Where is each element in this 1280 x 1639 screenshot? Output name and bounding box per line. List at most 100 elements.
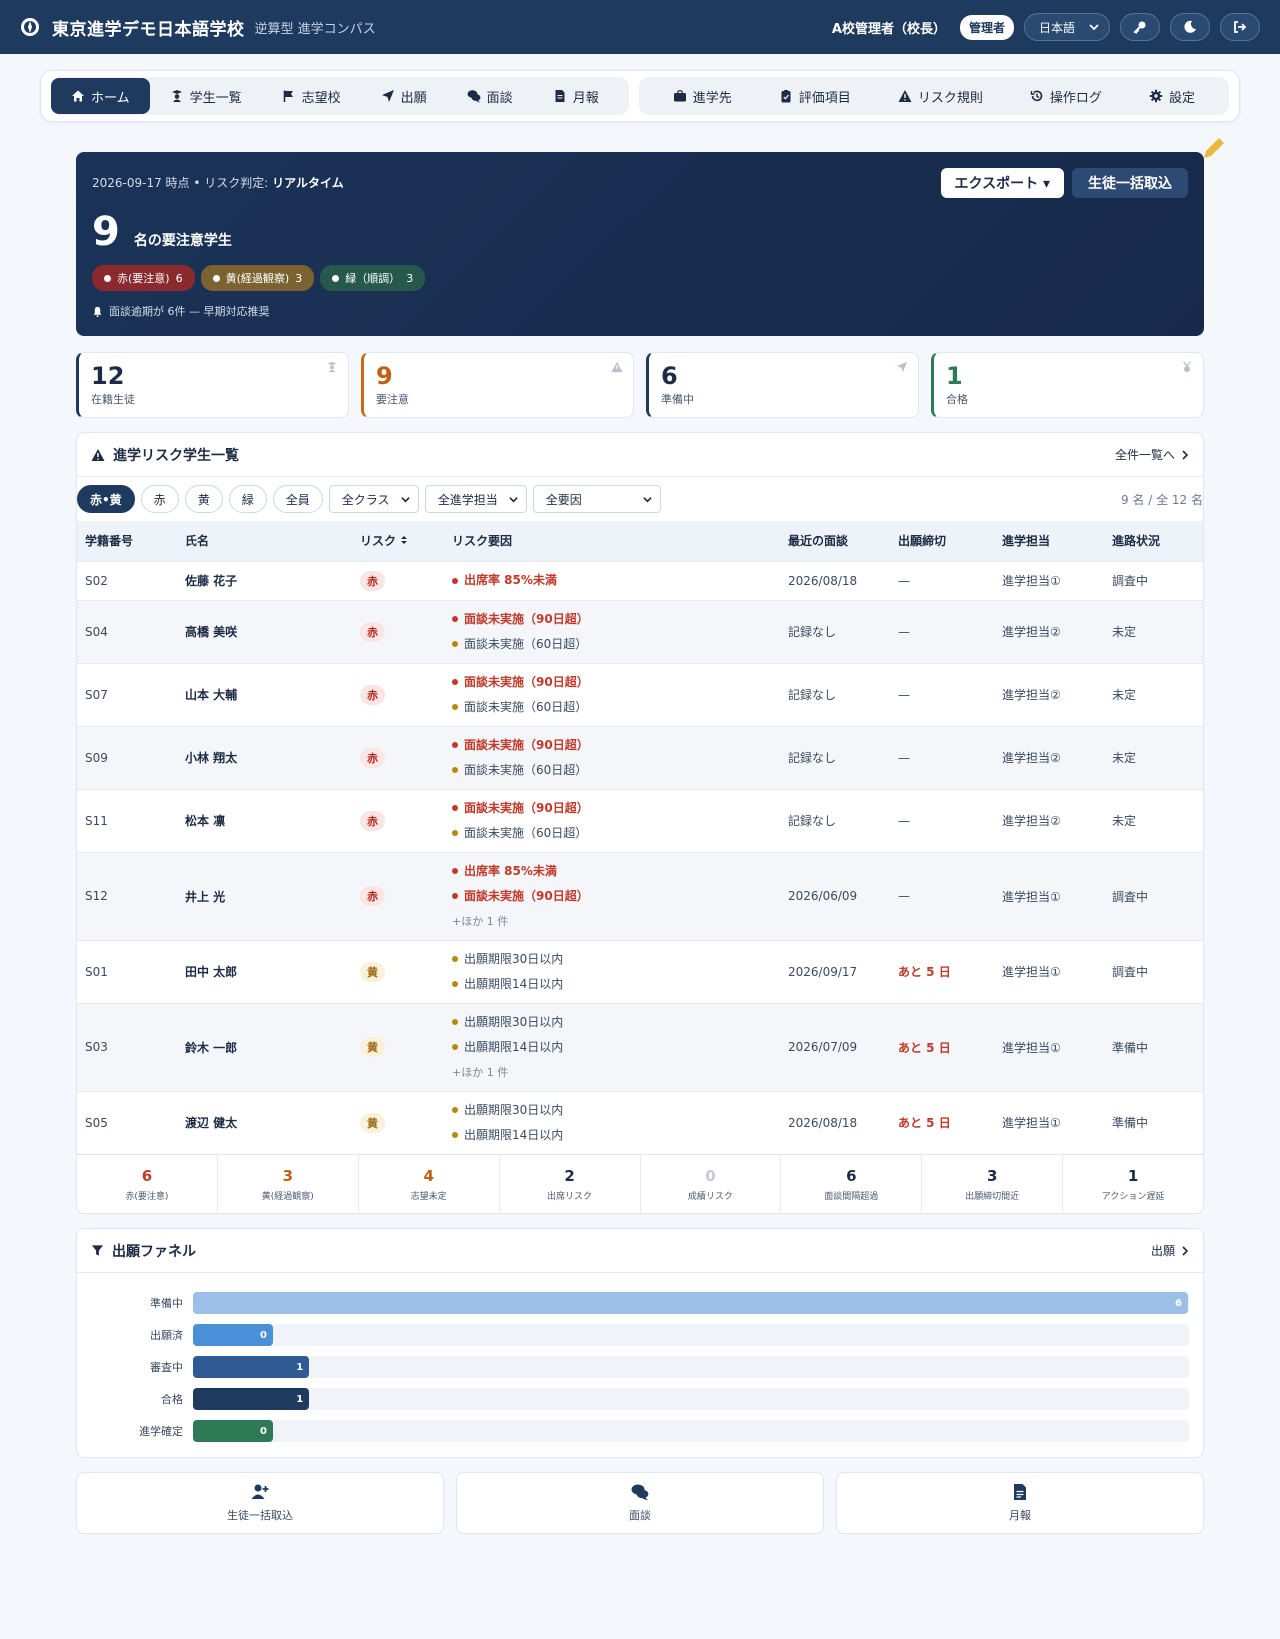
applications-link[interactable]: 出願 [1151, 1242, 1189, 1259]
funnel-track: 1 [193, 1388, 1189, 1410]
cell-deadline: — [890, 725, 994, 789]
funnel-track: 6 [193, 1292, 1189, 1314]
kpi-preparing[interactable]: 6 準備中 [646, 352, 919, 418]
col-last-interview[interactable]: 最近の面談 [780, 521, 890, 561]
nav-destinations-label: 進学先 [692, 90, 732, 106]
summary-cell[interactable]: 6 赤(要注意) [77, 1155, 218, 1213]
nav-settings[interactable]: 設定 [1129, 78, 1215, 114]
more-factors[interactable]: +ほか 1 件 [452, 1060, 772, 1085]
logout-button[interactable] [1220, 13, 1260, 41]
summary-cell[interactable]: 3 黄(経過観察) [218, 1155, 359, 1213]
risk-filters: 赤•黄 赤 黄 緑 全員 全クラス 全進学担当 全要因 9 名 / 全 12 名 [77, 477, 1203, 521]
cell-student-id: S05 [77, 1090, 177, 1154]
funnel-bar[interactable]: 1 [193, 1388, 310, 1410]
quick-link-interviews[interactable]: 面談 [456, 1472, 824, 1534]
table-row[interactable]: S03 鈴木 一郎黄 出願期限30日以内 出願期限14日以内 +ほか 1 件 2026/0… [77, 1002, 1203, 1091]
summary-cell[interactable]: 0 成績リスク [641, 1155, 782, 1213]
col-risk[interactable]: リスク [352, 521, 444, 561]
risk-factor-text: 出願期限30日以内 [464, 1102, 564, 1117]
nav-risk-rules[interactable]: リスク規則 [878, 78, 1003, 114]
table-row[interactable]: S02 佐藤 花子赤 出席率 85%未満 2026/08/18— 進学担当① 調査中 [77, 560, 1203, 600]
funnel-track: 0 [193, 1324, 1189, 1346]
quick-link-bulk-import[interactable]: 生徒一括取込 [76, 1472, 444, 1534]
cell-student-id: S03 [77, 1002, 177, 1091]
hero-note: 面談逾期が 6件 — 早期対応推奨 [92, 303, 1188, 319]
funnel-bar[interactable]: 1 [193, 1356, 310, 1378]
risk-factor-text: 面談未実施（60日超） [464, 762, 588, 777]
nav-activity-log[interactable]: 操作ログ [1010, 78, 1122, 114]
role-badge: 管理者 [959, 14, 1014, 40]
factor-select[interactable]: 全要因 [532, 485, 661, 513]
cell-deadline: あと 5 日 [890, 1090, 994, 1154]
table-row[interactable]: S09 小林 翔太赤 面談未実施（90日超） 面談未実施（60日超） 記録なし — 進学担当… [77, 725, 1203, 789]
kpi-label: 準備中 [661, 393, 694, 407]
col-name[interactable]: 氏名 [177, 521, 352, 561]
kpi-accepted[interactable]: 1 合格 [931, 352, 1204, 418]
table-row[interactable]: S12 井上 光赤 出席率 85%未満 面談未実施（90日超） +ほか 1 件 2026/… [77, 851, 1203, 940]
application-funnel-card: 出願ファネル 出願 準備中 6 出願済 0 審査中 1 合格 1 進学確定 0 [76, 1228, 1204, 1458]
funnel-bar[interactable]: 0 [193, 1420, 273, 1442]
col-staff[interactable]: 進学担当 [994, 521, 1104, 561]
col-risk-factors[interactable]: リスク要因 [444, 521, 780, 561]
quick-link-monthly-report[interactable]: 月報 [836, 1472, 1204, 1534]
summary-cell[interactable]: 2 出席リスク [500, 1155, 641, 1213]
export-button[interactable]: エクスポート ▾ [940, 168, 1064, 198]
cell-risk: 赤 [352, 599, 444, 663]
nav-applications[interactable]: 出願 [361, 78, 447, 114]
chip-all[interactable]: 全員 [272, 485, 323, 513]
summary-cell[interactable]: 4 志望未定 [359, 1155, 500, 1213]
table-row[interactable]: S05 渡辺 健太黄出願期限30日以内 出願期限14日以内 2026/08/18 あと … [77, 1090, 1203, 1154]
cell-risk-factors: 出席率 85%未満 [444, 560, 780, 600]
nav-evaluation-items[interactable]: 評価項目 [759, 78, 871, 114]
nav-home[interactable]: ホーム [51, 78, 150, 114]
nav-monthly-report[interactable]: 月報 [533, 78, 619, 114]
kpi-at-risk[interactable]: 9 要注意 [361, 352, 634, 418]
summary-cell[interactable]: 1 アクション遅延 [1063, 1155, 1203, 1213]
chip-yellow[interactable]: 黄 [184, 485, 223, 513]
view-all-link[interactable]: 全件一覧へ [1115, 446, 1189, 463]
pill-red[interactable]: 赤(要注意) 6 [92, 265, 195, 291]
table-row[interactable]: S07 山本 大輔赤 面談未実施（90日超） 面談未実施（60日超） 記録なし — 進学担当… [77, 662, 1203, 726]
nav-target-schools[interactable]: 志望校 [262, 78, 361, 114]
kpi-enrolled[interactable]: 12 在籍生徒 [76, 352, 349, 418]
nav-destinations[interactable]: 進学先 [653, 78, 752, 114]
class-select[interactable]: 全クラス [328, 485, 419, 513]
col-deadline[interactable]: 出願締切 [890, 521, 994, 561]
col-risk-label: リスク [360, 534, 397, 549]
nav-interviews[interactable]: 面談 [447, 78, 533, 114]
summary-cell[interactable]: 3 出願締切間近 [922, 1155, 1064, 1213]
theme-toggle-button[interactable] [1170, 13, 1210, 41]
chip-green[interactable]: 緑 [228, 485, 267, 513]
pill-green[interactable]: 緑（順調） 3 [320, 265, 426, 291]
table-row[interactable]: S11 松本 凛赤 面談未実施（90日超） 面談未実施（60日超） 記録なし — 進学担当②… [77, 788, 1203, 852]
summary-label: 黄(経過観察) [261, 1191, 314, 1202]
funnel-row: 合格 1 [91, 1383, 1189, 1415]
risk-badge: 黄 [360, 1112, 385, 1133]
table-row[interactable]: S04 高橋 美咲赤 面談未実施（90日超） 面談未実施（60日超） 記録なし — 進学担当… [77, 599, 1203, 663]
summary-cell[interactable]: 6 面談間隔超過 [781, 1155, 923, 1213]
nav-interviews-label: 面談 [486, 90, 513, 106]
nav-applications-label: 出願 [400, 90, 427, 106]
bulk-import-button[interactable]: 生徒一括取込 [1072, 168, 1188, 198]
cell-student-name: 山本 大輔 [177, 662, 352, 726]
pencil-icon [1204, 138, 1224, 158]
moon-icon [1184, 20, 1196, 33]
key-button[interactable] [1120, 13, 1160, 41]
col-status[interactable]: 進路状況 [1104, 521, 1203, 561]
funnel-bar[interactable]: 6 [193, 1292, 1188, 1314]
more-factors[interactable]: +ほか 1 件 [452, 909, 772, 934]
table-row[interactable]: S01 田中 太郎黄出願期限30日以内 出願期限14日以内 2026/09/17 あと … [77, 939, 1203, 1003]
risk-factor: 出願期限14日以内 [452, 972, 772, 997]
nav-group-admin: 進学先 評価項目 リスク規則 操作ログ 設定 [638, 77, 1229, 115]
staff-select[interactable]: 全進学担当 [424, 485, 527, 513]
pill-yellow[interactable]: 黄(経過観察) 3 [200, 265, 315, 291]
language-select[interactable]: 日本語 [1023, 13, 1110, 41]
col-student-id[interactable]: 学籍番号 [77, 521, 177, 561]
risk-pills: 赤(要注意) 6 黄(経過観察) 3 緑（順調） 3 [92, 265, 1188, 291]
chip-red[interactable]: 赤 [140, 485, 179, 513]
nav-students[interactable]: 学生一覧 [150, 78, 262, 114]
chip-red-yellow[interactable]: 赤•黄 [77, 485, 135, 513]
risk-badge: 黄 [360, 961, 385, 982]
funnel-title: 出願ファネル [112, 1243, 196, 1260]
funnel-bar[interactable]: 0 [193, 1324, 273, 1346]
